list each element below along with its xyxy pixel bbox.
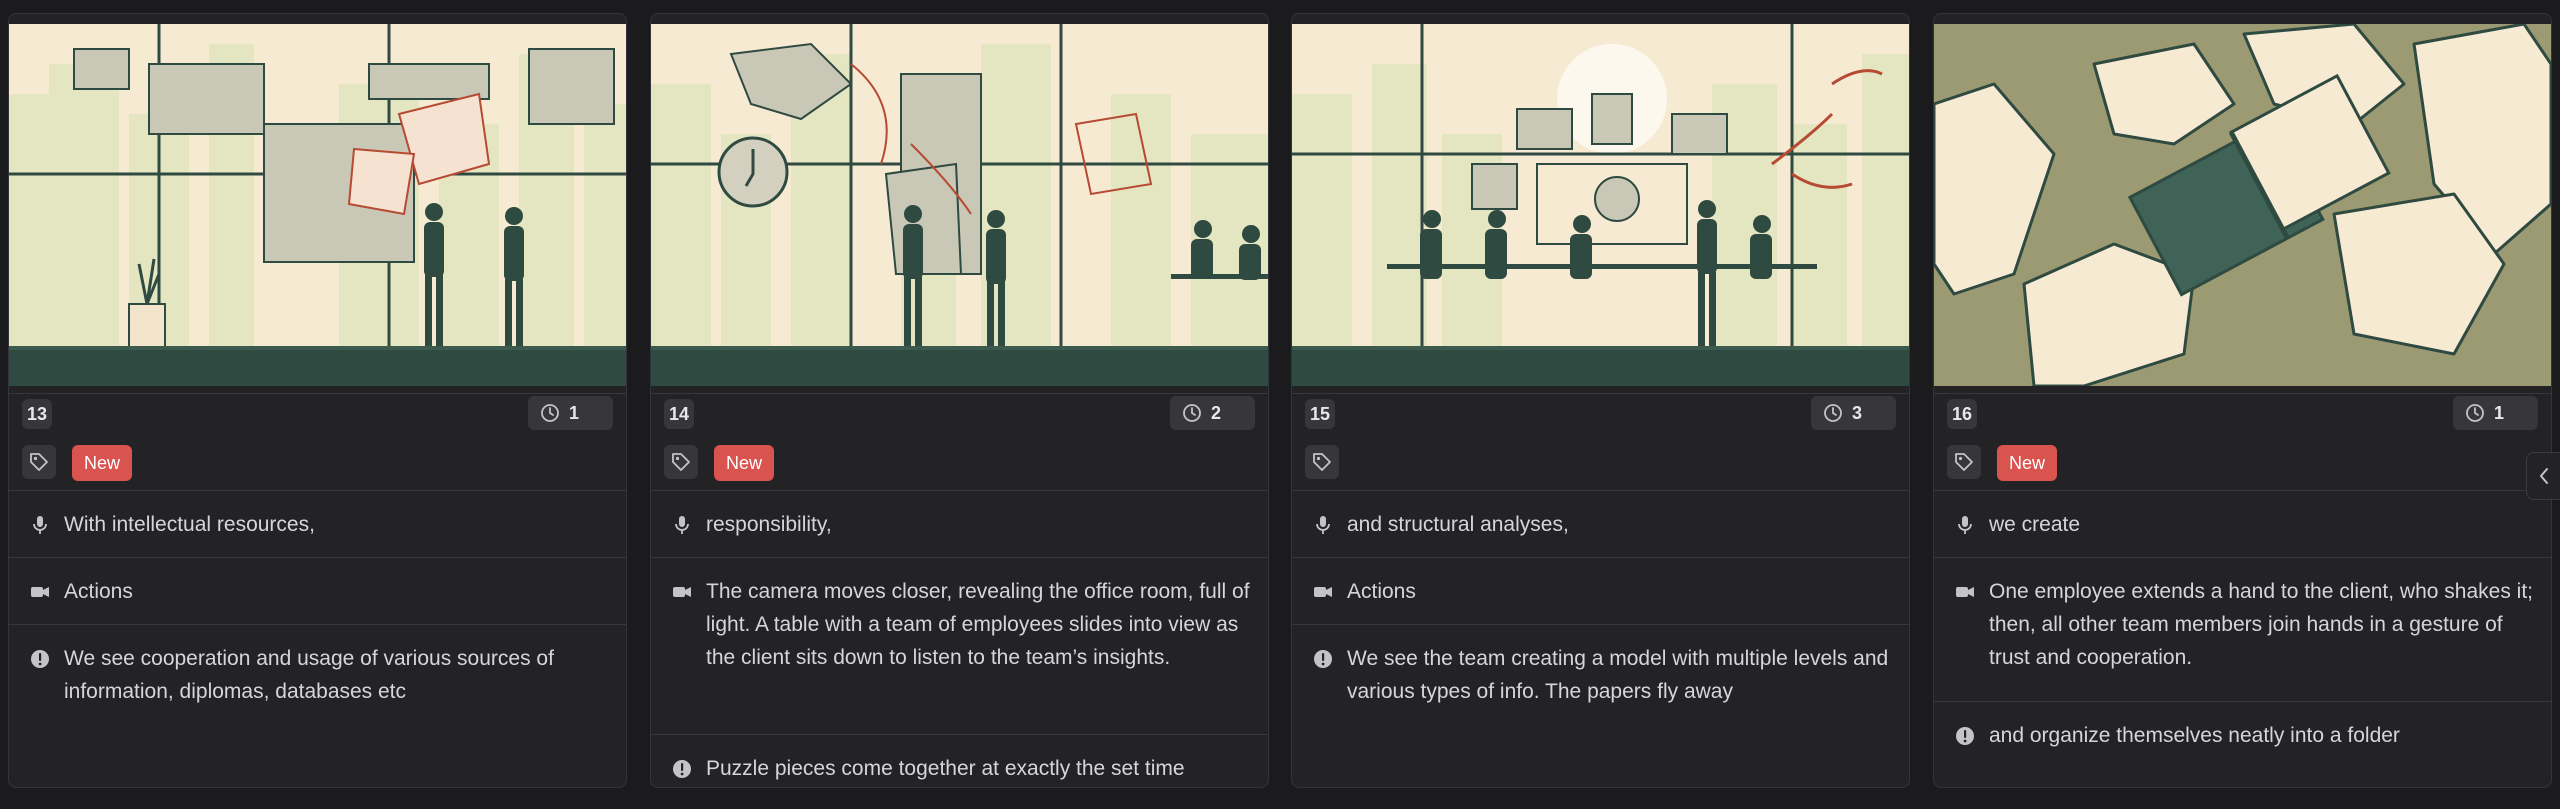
video-camera-icon: [1956, 587, 1974, 597]
camera-text: Actions: [1347, 580, 1416, 603]
info-alert-icon: [1314, 650, 1332, 668]
voiceover-text: responsibility,: [706, 513, 832, 536]
tag-icon: [1955, 453, 1973, 471]
duration-badge[interactable]: 2: [1170, 396, 1255, 430]
divider: [1934, 490, 2551, 491]
duration-value: 1: [2494, 402, 2505, 423]
voiceover-text: and structural analyses,: [1347, 513, 1569, 536]
scene-number-badge: 13: [22, 399, 53, 429]
divider: [1934, 701, 2551, 702]
info-alert-icon: [31, 650, 49, 668]
new-tag-badge[interactable]: New: [1997, 445, 2058, 481]
camera-text: Actions: [64, 580, 133, 603]
clock-icon: [1183, 404, 1201, 422]
scene-thumbnail[interactable]: [1934, 24, 2551, 386]
microphone-icon: [675, 516, 689, 534]
scene-number-badge: 16: [1947, 399, 1978, 429]
scene-number-badge: 14: [664, 399, 695, 429]
camera-text: One employee extends a hand to the clien…: [1989, 580, 2534, 669]
note-field[interactable]: Puzzle pieces come together at exactly t…: [651, 752, 1268, 785]
microphone-icon: [1316, 516, 1330, 534]
divider: [1934, 557, 2551, 558]
note-text: Puzzle pieces come together at exactly t…: [706, 757, 1185, 780]
voiceover-field[interactable]: and structural analyses,: [1292, 508, 1909, 541]
divider: [1292, 624, 1909, 625]
note-field[interactable]: We see the team creating a model with mu…: [1292, 642, 1909, 708]
video-camera-icon: [31, 587, 49, 597]
divider: [651, 393, 1268, 394]
voiceover-text: With intellectual resources,: [64, 513, 315, 536]
info-alert-icon: [673, 760, 691, 778]
scene-thumbnail[interactable]: [651, 24, 1268, 386]
tag-button[interactable]: [22, 445, 56, 479]
duration-badge[interactable]: 3: [1811, 396, 1896, 430]
info-alert-icon: [1956, 727, 1974, 745]
tag-button[interactable]: [1305, 445, 1339, 479]
divider: [1292, 557, 1909, 558]
divider: [9, 393, 626, 394]
voiceover-text: we create: [1989, 513, 2081, 536]
divider: [9, 624, 626, 625]
divider: [651, 734, 1268, 735]
divider: [9, 490, 626, 491]
camera-text: The camera moves closer, revealing the o…: [706, 580, 1250, 669]
note-text: We see cooperation and usage of various …: [64, 647, 554, 703]
tag-icon: [672, 453, 690, 471]
divider: [1292, 490, 1909, 491]
scene-card-15[interactable]: 15 3 and structural analyses, Actions We…: [1291, 13, 1910, 788]
camera-field[interactable]: Actions: [1292, 575, 1909, 608]
tag-button[interactable]: [664, 445, 698, 479]
team-model-illustration: [1292, 24, 1909, 386]
clock-icon: [541, 404, 559, 422]
duration-value: 1: [569, 402, 580, 423]
scene-card-14[interactable]: 14 2 New responsibility, The camera move…: [650, 13, 1269, 788]
video-camera-icon: [1314, 587, 1332, 597]
scene-thumbnail[interactable]: [9, 24, 626, 386]
video-camera-icon: [673, 587, 691, 597]
side-panel-toggle-button[interactable]: [2526, 452, 2560, 500]
scene-number-badge: 15: [1305, 399, 1336, 429]
storyboard-board: 13 1 New With intellectual resources, Ac…: [0, 0, 2560, 809]
camera-field[interactable]: One employee extends a hand to the clien…: [1934, 575, 2551, 674]
note-text: We see the team creating a model with mu…: [1347, 647, 1889, 703]
chevron-left-icon: [2539, 468, 2548, 484]
microphone-icon: [33, 516, 47, 534]
camera-field[interactable]: The camera moves closer, revealing the o…: [651, 575, 1268, 674]
puzzle-office-illustration: [651, 24, 1268, 386]
voiceover-field[interactable]: responsibility,: [651, 508, 1268, 541]
divider: [1292, 393, 1909, 394]
scene-card-16[interactable]: 16 1 New we create One employee extends …: [1933, 13, 2552, 788]
voiceover-field[interactable]: With intellectual resources,: [9, 508, 626, 541]
new-tag-badge[interactable]: New: [714, 445, 775, 481]
duration-badge[interactable]: 1: [528, 396, 613, 430]
divider: [9, 557, 626, 558]
note-field[interactable]: and organize themselves neatly into a fo…: [1934, 719, 2551, 752]
note-field[interactable]: We see cooperation and usage of various …: [9, 642, 626, 708]
office-collage-illustration: [9, 24, 626, 386]
divider: [651, 557, 1268, 558]
tag-icon: [1313, 453, 1331, 471]
tag-button[interactable]: [1947, 445, 1981, 479]
voiceover-field[interactable]: we create: [1934, 508, 2551, 541]
folder-papers-illustration: [1934, 24, 2551, 386]
duration-badge[interactable]: 1: [2453, 396, 2538, 430]
tag-icon: [30, 453, 48, 471]
divider: [1934, 393, 2551, 394]
clock-icon: [1824, 404, 1842, 422]
new-tag-badge[interactable]: New: [72, 445, 133, 481]
clock-icon: [2466, 404, 2484, 422]
note-text: and organize themselves neatly into a fo…: [1989, 724, 2400, 747]
duration-value: 2: [1211, 402, 1222, 423]
scene-card-13[interactable]: 13 1 New With intellectual resources, Ac…: [8, 13, 627, 788]
microphone-icon: [1958, 516, 1972, 534]
divider: [651, 490, 1268, 491]
scene-thumbnail[interactable]: [1292, 24, 1909, 386]
duration-value: 3: [1852, 402, 1863, 423]
camera-field[interactable]: Actions: [9, 575, 626, 608]
